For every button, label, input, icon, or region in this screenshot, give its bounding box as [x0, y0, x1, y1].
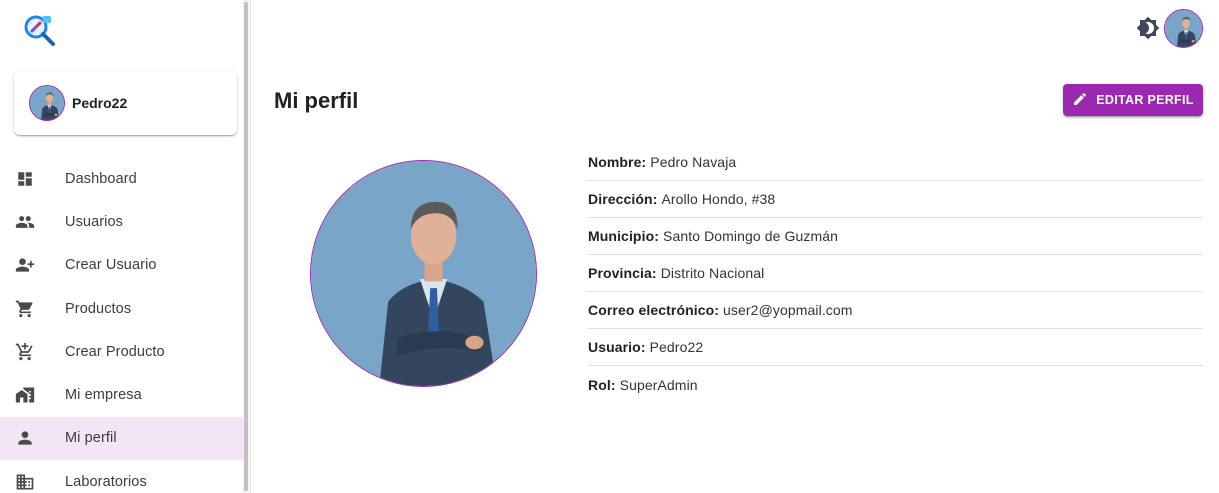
sidebar-item-label: Mi perfil [65, 430, 117, 447]
edit-profile-button[interactable]: EDITAR PERFIL [1063, 84, 1203, 116]
sidebar-item-label: Usuarios [65, 213, 124, 230]
sidebar-item-dashboard[interactable]: Dashboard [0, 157, 243, 200]
sidebar-item-mi-perfil[interactable]: Mi perfil [0, 416, 243, 461]
detail-row-rol: Rol: SuperAdmin [588, 366, 1203, 403]
sidebar-item-laboratorios[interactable]: Laboratorios [0, 460, 243, 493]
detail-label: Usuario: [588, 339, 646, 355]
sidebar-item-mi-empresa[interactable]: Mi empresa [0, 373, 243, 416]
sidebar-item-label: Mi empresa [65, 387, 142, 404]
sidebar-item-productos[interactable]: Productos [0, 287, 243, 330]
detail-value: Distrito Nacional [660, 265, 765, 281]
detail-row-nombre: Nombre: Pedro Navaja [588, 144, 1203, 181]
detail-value: Pedro22 [649, 339, 704, 355]
person-icon [15, 428, 35, 448]
sidebar-item-label: Productos [65, 300, 132, 317]
sidebar-item-label: Dashboard [65, 170, 137, 187]
detail-row-municipio: Municipio: Santo Domingo de Guzmán [588, 218, 1203, 255]
account-avatar[interactable] [1164, 9, 1203, 48]
detail-label: Nombre: [588, 154, 647, 170]
scrollbar-thumb[interactable] [244, 2, 248, 491]
detail-label: Municipio: [588, 228, 659, 244]
profile-photo [310, 160, 537, 387]
sidebar: Pedro22 Dashboard Usuarios Crear Usuario… [0, 0, 251, 493]
page-title: Mi perfil [274, 88, 359, 113]
sidebar-item-crear-producto[interactable]: Crear Producto [0, 330, 243, 373]
main-content: Mi perfil EDITAR PERFIL Nombre: Pedro Na… [252, 0, 1219, 493]
sidebar-nav: Dashboard Usuarios Crear Usuario Product… [0, 157, 243, 493]
detail-label: Provincia: [588, 265, 657, 281]
edit-profile-label: EDITAR PERFIL [1096, 93, 1194, 107]
people-icon [15, 212, 35, 232]
detail-label: Dirección: [588, 191, 658, 207]
user-name: Pedro22 [72, 95, 128, 111]
detail-value: user2@yopmail.com [723, 302, 853, 318]
user-card[interactable]: Pedro22 [14, 71, 237, 135]
cart-icon [15, 299, 35, 319]
detail-value: Arollo Hondo, #38 [661, 191, 776, 207]
business-icon [15, 472, 35, 492]
detail-row-direccion: Dirección: Arollo Hondo, #38 [588, 181, 1203, 218]
sidebar-item-label: Crear Producto [65, 343, 165, 360]
detail-value: Pedro Navaja [650, 154, 737, 170]
sidebar-scrollbar[interactable] [243, 0, 249, 493]
detail-row-provincia: Provincia: Distrito Nacional [588, 255, 1203, 292]
sidebar-item-label: Laboratorios [65, 473, 147, 490]
profile-details: Nombre: Pedro Navaja Dirección: Arollo H… [588, 144, 1203, 403]
detail-value: SuperAdmin [619, 376, 698, 393]
detail-label: Rol: [588, 376, 616, 393]
edit-icon [1072, 91, 1088, 110]
detail-value: Santo Domingo de Guzmán [663, 228, 839, 244]
brightness-icon[interactable] [1136, 16, 1160, 40]
detail-label: Correo electrónico: [588, 302, 720, 318]
sidebar-item-crear-usuario[interactable]: Crear Usuario [0, 244, 243, 287]
home-work-icon [15, 385, 35, 405]
detail-row-correo: Correo electrónico: user2@yopmail.com [588, 292, 1203, 329]
app-logo-icon[interactable] [22, 12, 56, 46]
sidebar-item-usuarios[interactable]: Usuarios [0, 200, 243, 243]
detail-row-usuario: Usuario: Pedro22 [588, 329, 1203, 366]
dashboard-icon [15, 169, 35, 189]
sidebar-item-label: Crear Usuario [65, 257, 157, 274]
add-to-cart-icon [15, 342, 35, 362]
avatar [29, 85, 65, 121]
person-add-icon [15, 255, 35, 275]
